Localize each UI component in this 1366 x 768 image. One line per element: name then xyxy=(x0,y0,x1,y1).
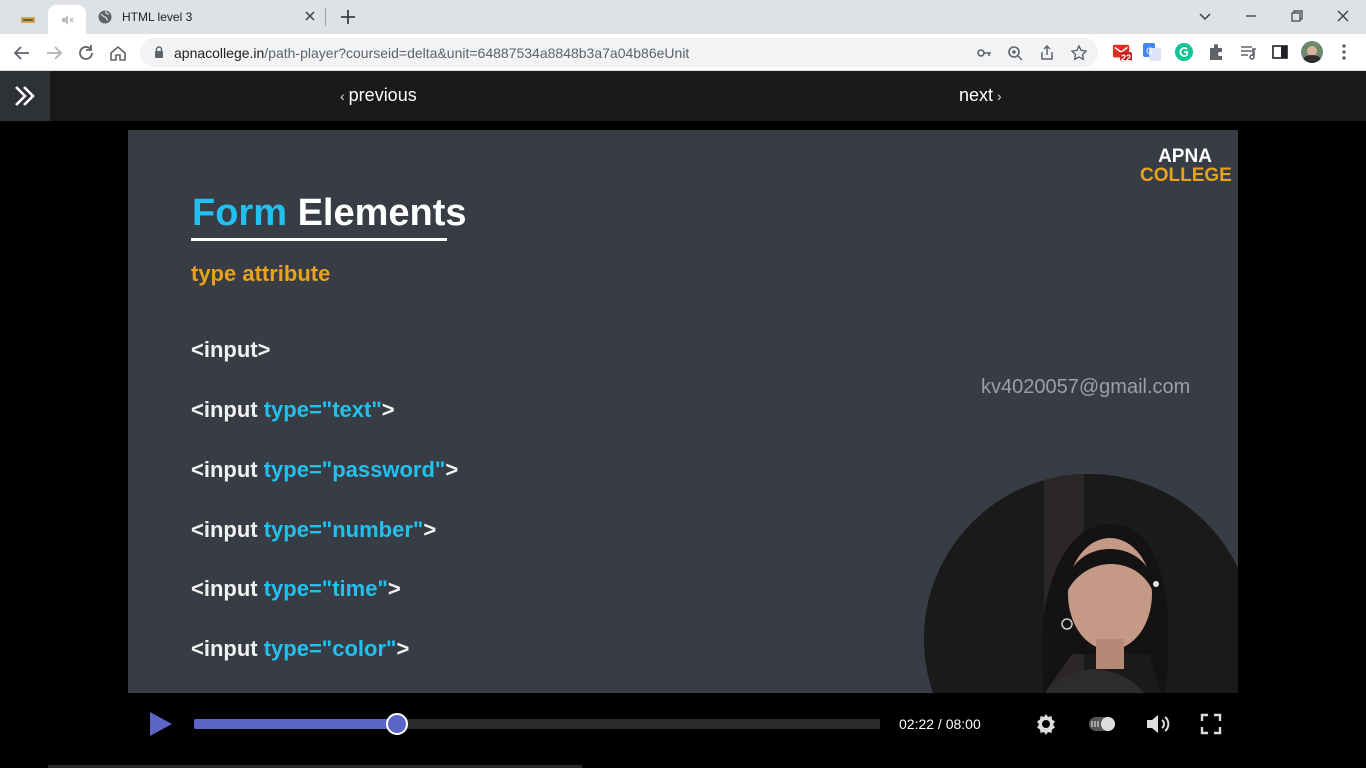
side-panel-icon[interactable] xyxy=(1270,42,1290,62)
code-post: > xyxy=(381,397,395,422)
progress-bar[interactable] xyxy=(194,713,880,735)
media-queue-icon[interactable] xyxy=(1238,42,1258,62)
tab-title: HTML level 3 xyxy=(122,10,193,24)
title-underline xyxy=(191,238,447,241)
extensions-puzzle-icon[interactable] xyxy=(1206,42,1226,62)
reload-icon[interactable] xyxy=(75,42,97,64)
code-pre: <input xyxy=(191,457,264,482)
gmail-badge: 22 xyxy=(1121,53,1132,63)
playback-speed-toggle-icon[interactable] xyxy=(1088,712,1116,736)
slide-title-rest: Elements xyxy=(297,192,467,234)
presenter-figure-icon xyxy=(924,474,1238,693)
chrome-menu-kebab-icon[interactable] xyxy=(1334,42,1354,62)
code-post: > xyxy=(445,457,459,482)
close-tab-icon[interactable] xyxy=(302,8,318,24)
time-display: 02:22 / 08:00 xyxy=(899,716,981,732)
slide-title: Form Elements xyxy=(192,192,467,235)
code-pre: <input xyxy=(191,517,264,542)
browser-toolbar: apnacollege.in/path-player?courseid=delt… xyxy=(0,34,1366,71)
code-attr: type="number" xyxy=(263,517,424,542)
code-line: <input type="time"> xyxy=(191,576,401,602)
avatar-shirt xyxy=(1303,55,1321,63)
muted-speaker-icon xyxy=(62,14,74,25)
svg-text:G: G xyxy=(1146,47,1153,57)
code-attr: type="time" xyxy=(263,576,388,601)
logo-line-1: APNA xyxy=(1158,146,1212,167)
restore-icon[interactable] xyxy=(1287,6,1307,26)
code-line: <input type="color"> xyxy=(191,636,409,662)
code-line: <input type="number"> xyxy=(191,517,436,543)
chevron-left-icon: ‹ xyxy=(340,87,345,104)
code-attr: type="text" xyxy=(263,397,382,422)
browser-tab-bar: HTML level 3 xyxy=(0,0,1366,34)
presenter-webcam-circle xyxy=(924,474,1238,693)
video-frame-slide[interactable]: Form Elements type attribute <input> <in… xyxy=(128,130,1238,693)
tab-html-level-3[interactable]: HTML level 3 xyxy=(86,0,326,34)
slide-title-highlight: Form xyxy=(192,192,287,234)
code-post: > xyxy=(423,517,437,542)
share-icon[interactable] xyxy=(1038,44,1056,62)
translate-extension-icon[interactable]: G xyxy=(1142,42,1162,62)
code-post: > xyxy=(396,636,410,661)
code-line: <input> xyxy=(191,337,270,363)
url-text[interactable]: apnacollege.in/path-player?courseid=delt… xyxy=(174,45,689,61)
code-pre: <input xyxy=(191,576,264,601)
minimize-icon[interactable] xyxy=(1241,6,1261,26)
back-arrow-icon[interactable] xyxy=(11,42,33,64)
code-line: <input type="text"> xyxy=(191,397,395,423)
previous-lesson-link[interactable]: ‹ previous xyxy=(340,85,417,106)
settings-gear-icon[interactable] xyxy=(1034,712,1058,736)
email-watermark: kv4020057@gmail.com xyxy=(981,376,1191,398)
globe-icon xyxy=(98,10,112,24)
logo-line-2: COLLEGE xyxy=(1140,165,1232,186)
slide-subtitle: type attribute xyxy=(191,261,331,286)
lock-icon[interactable] xyxy=(152,45,166,59)
tab-search-chevron-icon[interactable] xyxy=(1195,6,1215,26)
apna-college-favicon-icon xyxy=(21,16,35,23)
code-pre: <input xyxy=(191,397,264,422)
tab-apna-college[interactable] xyxy=(10,5,46,34)
volume-speaker-icon[interactable] xyxy=(1145,712,1173,736)
profile-avatar[interactable] xyxy=(1301,41,1323,63)
double-chevron-right-icon xyxy=(15,86,35,106)
code-pre: <input xyxy=(191,636,264,661)
zoom-icon[interactable] xyxy=(1006,44,1024,62)
sidebar-toggle-button[interactable] xyxy=(0,71,50,121)
previous-label: previous xyxy=(348,85,417,105)
url-host: apnacollege.in xyxy=(174,45,265,61)
next-label: next xyxy=(959,85,994,105)
code-attr: type="color" xyxy=(263,636,397,661)
chevron-right-icon: › xyxy=(997,87,1002,104)
player-controls: 02:22 / 08:00 xyxy=(128,700,1238,748)
code-attr: type="password" xyxy=(263,457,446,482)
next-lesson-link[interactable]: next › xyxy=(959,85,1002,106)
course-nav-header: ‹ previous next › xyxy=(0,71,1366,121)
close-window-icon[interactable] xyxy=(1333,6,1353,26)
tab-separator xyxy=(325,8,326,26)
progress-thumb[interactable] xyxy=(386,713,409,735)
tab-muted[interactable] xyxy=(48,5,86,34)
key-icon[interactable] xyxy=(975,44,993,62)
apna-college-logo: APNA COLLEGE xyxy=(1140,146,1232,186)
home-icon[interactable] xyxy=(107,42,129,64)
url-path: /path-player?courseid=delta&unit=6488753… xyxy=(264,45,690,61)
play-icon[interactable] xyxy=(146,710,174,738)
code-post: > xyxy=(387,576,401,601)
grammarly-extension-icon[interactable] xyxy=(1174,42,1194,62)
forward-arrow-icon[interactable] xyxy=(43,42,65,64)
fullscreen-icon[interactable] xyxy=(1199,712,1223,736)
code-line: <input type="password"> xyxy=(191,457,458,483)
bookmark-star-icon[interactable] xyxy=(1070,44,1088,62)
progress-fill xyxy=(194,719,398,729)
address-bar[interactable]: apnacollege.in/path-player?courseid=delt… xyxy=(140,38,1098,67)
code-pre: <input> xyxy=(191,337,271,362)
new-tab-plus-icon[interactable] xyxy=(338,7,358,27)
